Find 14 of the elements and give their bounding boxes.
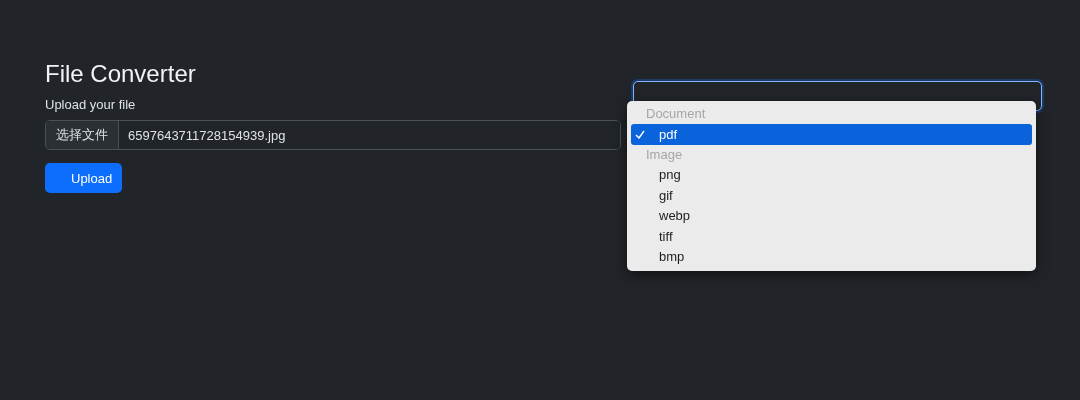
menu-option[interactable]: pdf [631,124,1032,145]
menu-option[interactable]: gif [631,185,1032,206]
check-icon [635,130,645,139]
file-input[interactable]: 选择文件 6597643711728154939.jpg [45,120,621,150]
page-title: File Converter [45,59,197,89]
menu-option[interactable]: png [631,164,1032,185]
menu-option[interactable]: tiff [631,226,1032,247]
field-label: Upload your file [45,97,137,113]
choose-file-button[interactable]: 选择文件 [46,121,119,149]
menu-option[interactable]: bmp [631,246,1032,267]
group-label: Document [645,105,707,123]
menu-option[interactable]: webp [631,205,1032,226]
group-label: Image [645,145,684,164]
upload-button[interactable]: Upload [45,163,123,193]
